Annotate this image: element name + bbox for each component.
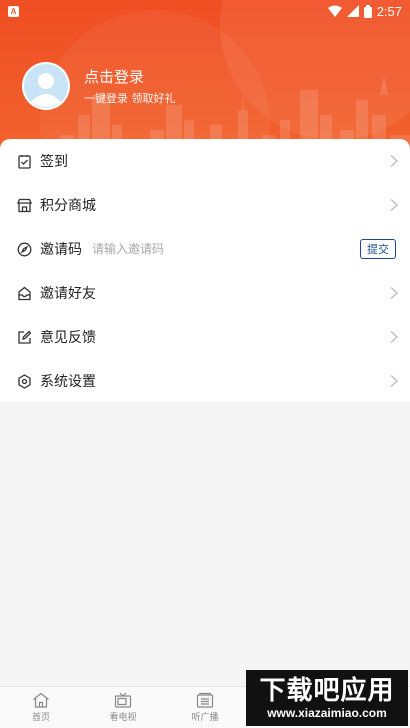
- tv-icon: [114, 692, 132, 708]
- status-bar: A 2:57: [0, 0, 410, 22]
- inbox-icon: [16, 285, 32, 301]
- chevron-right-icon: [390, 287, 398, 299]
- chevron-right-icon: [390, 375, 398, 387]
- login-title[interactable]: 点击登录: [84, 66, 144, 87]
- sign-in-icon: [16, 153, 32, 169]
- tab-label: 首页: [31, 713, 50, 723]
- status-time: 2:57: [376, 3, 402, 19]
- chevron-right-icon: [390, 199, 398, 211]
- menu-item-settings[interactable]: 系统设置: [0, 359, 410, 403]
- menu-list: 签到 积分商城 邀请码 提交 邀请好友 意见反馈 系统设置: [0, 139, 410, 402]
- store-icon: [16, 197, 32, 213]
- chevron-right-icon: [390, 331, 398, 343]
- compass-icon: [16, 241, 32, 257]
- settings-icon: [16, 373, 32, 389]
- menu-item-invite-code: 邀请码 提交: [0, 227, 410, 271]
- menu-item-label: 意见反馈: [40, 330, 96, 346]
- battery-icon: [363, 4, 372, 18]
- menu-item-label: 系统设置: [40, 374, 96, 390]
- tab-listen-radio[interactable]: 听广播: [164, 687, 246, 728]
- submit-invite-button[interactable]: 提交: [360, 239, 396, 259]
- menu-item-label: 签到: [40, 154, 68, 170]
- invite-code-input[interactable]: [92, 242, 292, 256]
- tab-label: 听广播: [191, 713, 219, 723]
- site-watermark: 下载吧应用 www.xiazaimiao.com: [246, 670, 408, 726]
- menu-item-sign-in[interactable]: 签到: [0, 139, 410, 183]
- login-subtitle: 一键登录 领取好礼: [84, 92, 176, 105]
- menu-item-label: 邀请码: [40, 242, 82, 258]
- tab-watch-tv[interactable]: 看电视: [82, 687, 164, 728]
- cell-signal-icon: [346, 5, 359, 17]
- wifi-icon: [327, 5, 342, 17]
- radio-icon: [196, 692, 214, 708]
- tab-label: 看电视: [109, 713, 137, 723]
- chevron-right-icon: [390, 155, 398, 167]
- watermark-url: www.xiazaimiao.com: [267, 706, 387, 720]
- menu-item-label: 积分商城: [40, 198, 96, 214]
- edit-icon: [16, 329, 32, 345]
- avatar[interactable]: [22, 62, 70, 110]
- app-notification-icon: A: [8, 5, 19, 17]
- menu-item-points-mall[interactable]: 积分商城: [0, 183, 410, 227]
- watermark-title: 下载吧应用: [259, 676, 395, 706]
- menu-item-feedback[interactable]: 意见反馈: [0, 315, 410, 359]
- tab-home[interactable]: 首页: [0, 687, 82, 728]
- menu-item-label: 邀请好友: [40, 286, 96, 302]
- home-icon: [33, 692, 49, 708]
- menu-item-invite-friends[interactable]: 邀请好友: [0, 271, 410, 315]
